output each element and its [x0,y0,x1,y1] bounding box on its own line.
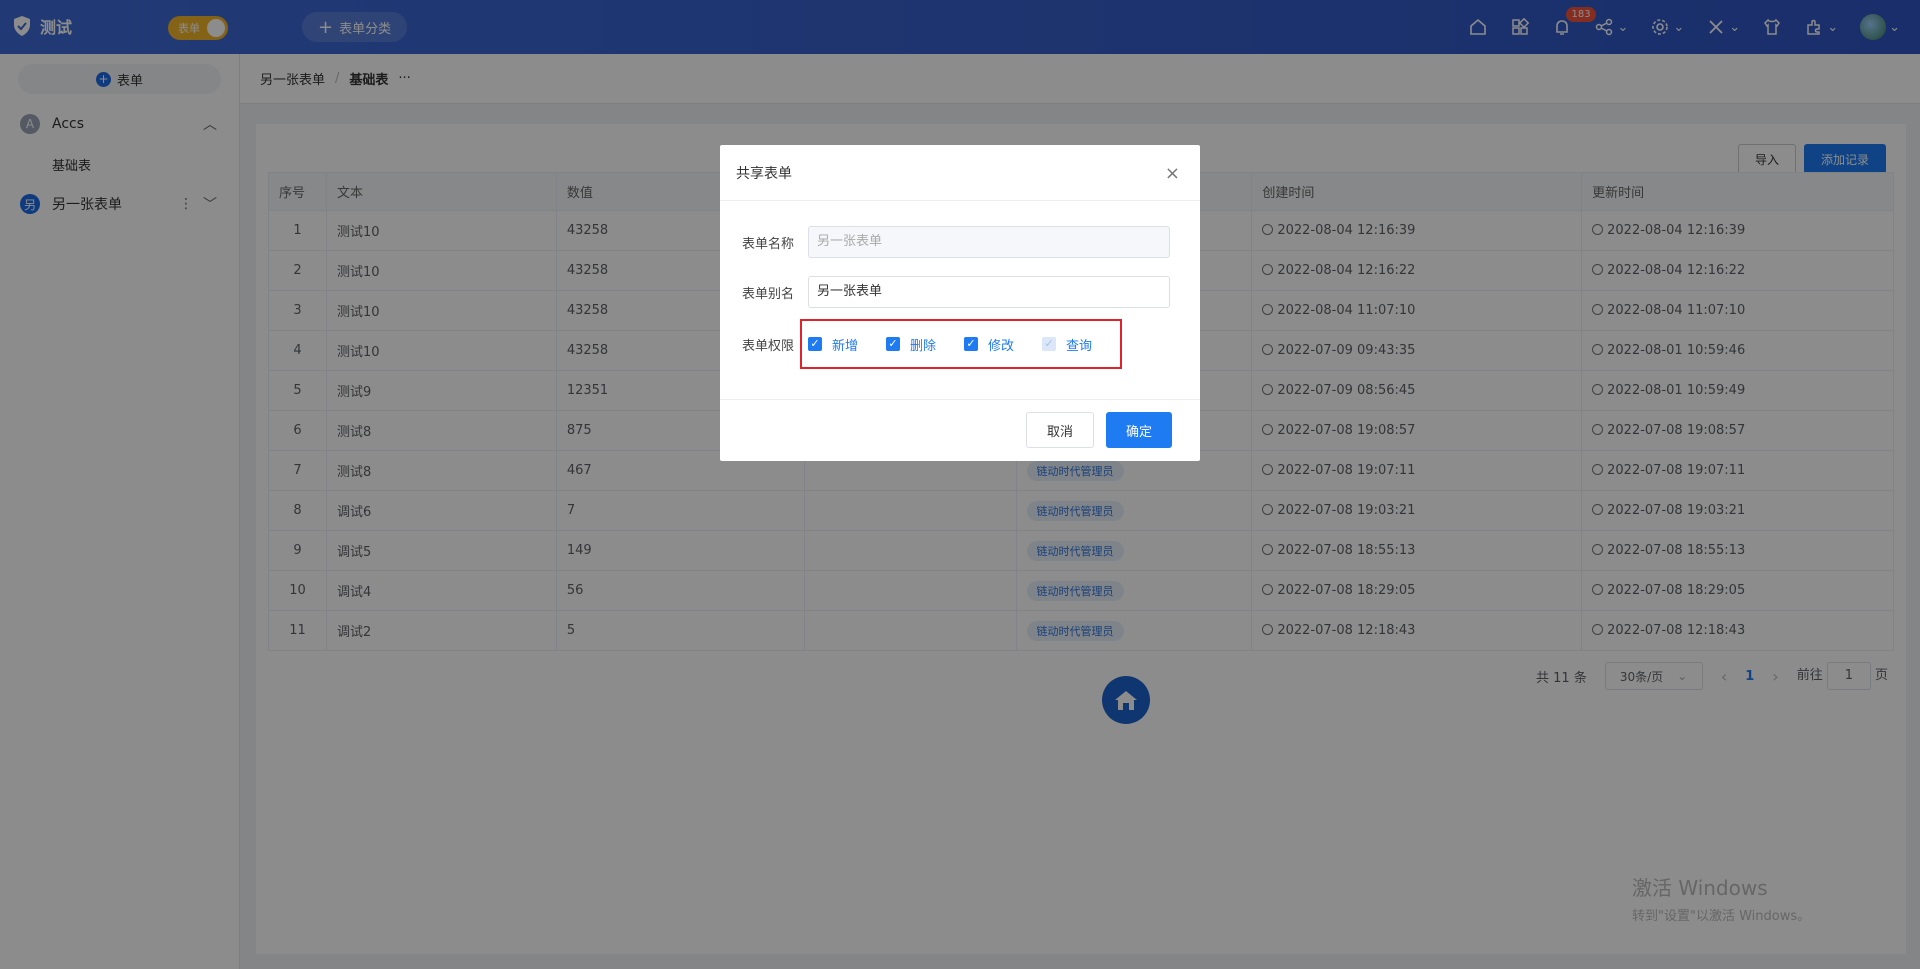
form-alias-row: 表单别名 另一张表单 [742,275,1200,309]
highlight-box [800,318,1122,369]
confirm-button[interactable]: 确定 [1106,412,1173,448]
form-name-input[interactable]: 另一张表单 [808,226,1170,258]
form-name-label: 表单名称 [742,236,795,252]
form-permission-row: 表单权限 ✓ 新增 ✓ 删除 ✓ 修改 ✓ 查询 [742,318,1200,369]
form-name-row: 表单名称 另一张表单 [742,225,1200,259]
permission-checkboxes: ✓ 新增 ✓ 删除 ✓ 修改 ✓ 查询 [800,318,1122,369]
form-alias-label: 表单别名 [742,286,795,302]
dialog-header: 共享表单 × [720,145,1200,201]
close-icon[interactable]: × [1165,163,1180,184]
dialog-footer: 取消 确定 [720,399,1200,461]
form-permission-label: 表单权限 [742,338,795,354]
form-alias-input[interactable]: 另一张表单 [808,276,1170,308]
dialog-title: 共享表单 [736,165,792,182]
share-form-dialog: 共享表单 × 表单名称 另一张表单 表单别名 另一张表单 表单权限 ✓ 新增 ✓ 删除 ✓… [720,145,1200,461]
cancel-button[interactable]: 取消 [1026,412,1095,448]
